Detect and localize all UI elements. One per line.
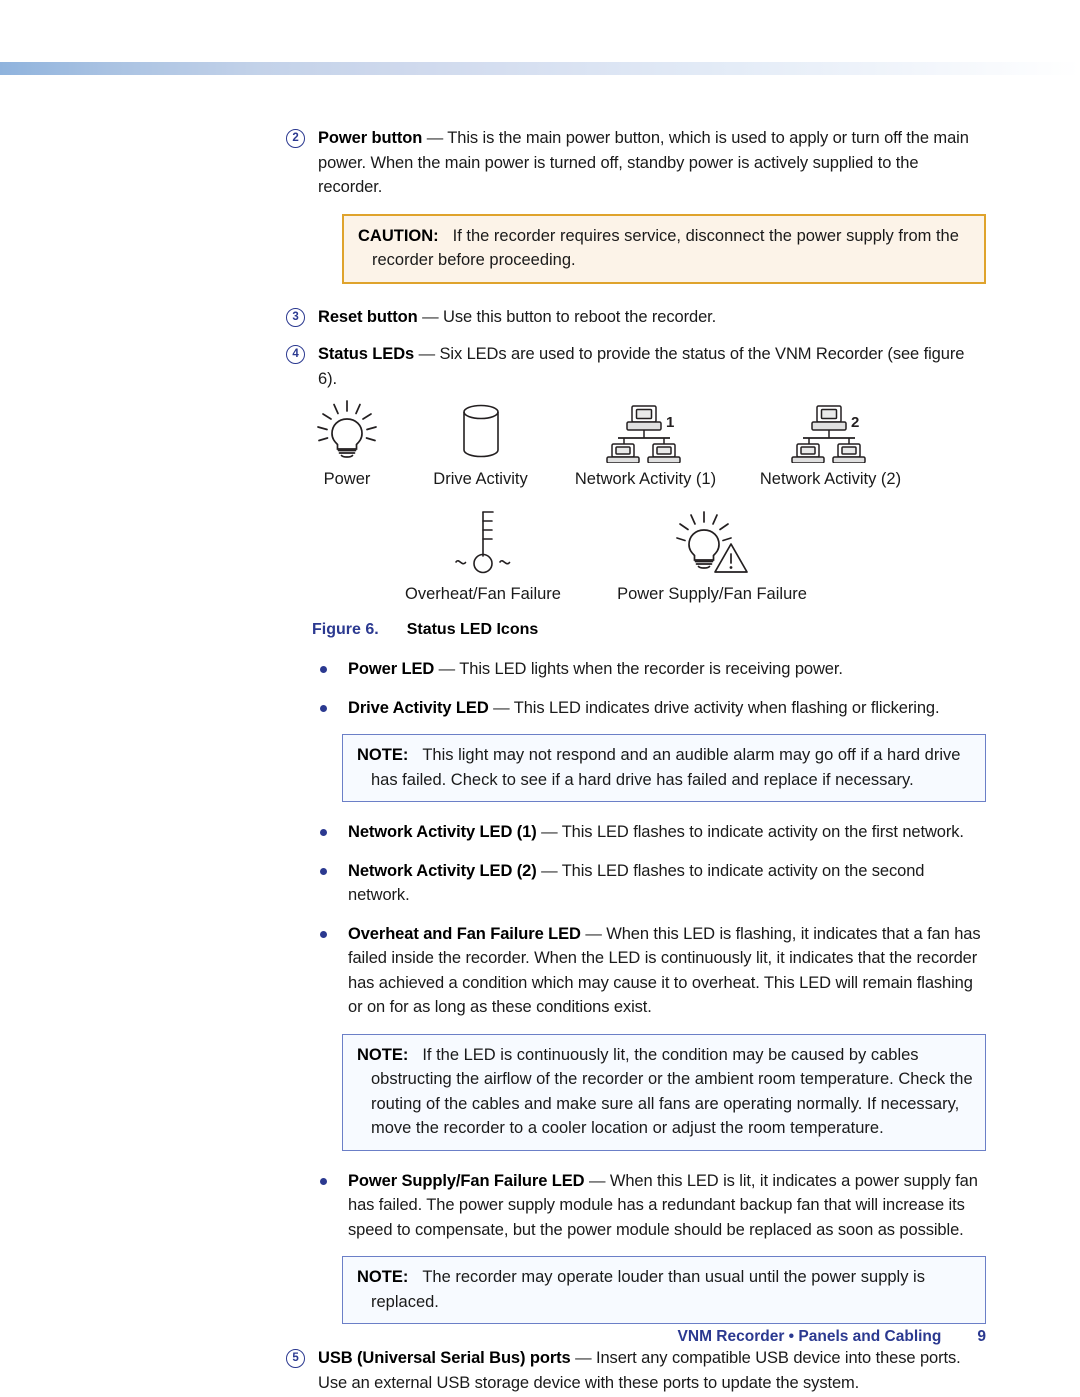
item-dash: — (414, 345, 440, 363)
bullet-body-text: This LED flashes to indicate activity on… (561, 823, 964, 841)
page-number: 9 (977, 1328, 986, 1345)
figure-title: Status LED Icons (406, 621, 539, 638)
bullet-power-supply-fan-failure-led: Power Supply/Fan Failure LED — When this… (286, 1169, 986, 1243)
icon-cell-power: Power (286, 397, 408, 490)
item-lead-label: Status LEDs (318, 345, 415, 363)
bullet-body-text: This LED indicates drive activity when f… (513, 698, 940, 717)
note-paragraph: NOTE: If the LED is continuously lit, the… (357, 1043, 973, 1141)
icon-label: Network Activity (2) (759, 470, 902, 488)
lightbulb-warning-icon (592, 511, 832, 578)
item-number-badge: 4 (286, 345, 305, 364)
bullet-lead-label: Power LED (348, 660, 435, 678)
icon-row-top: Power Drive Activity 1 Network Activity … (286, 397, 986, 490)
figure-number: Figure 6. (312, 621, 379, 638)
item-lead-label: USB (Universal Serial Bus) ports (318, 1349, 571, 1367)
numbered-item-status-leds: 4 Status LEDs — Six LEDs are used to prov… (286, 342, 986, 391)
header-gradient-rule (0, 62, 1080, 75)
bullet-lead-label: Overheat and Fan Failure LED (348, 924, 581, 943)
thermometer-icon (374, 511, 592, 578)
item-number-badge: 5 (286, 1349, 305, 1368)
lightbulb-icon (286, 397, 408, 463)
icon-cell-network-1: 1 Network Activity (1) (553, 397, 738, 490)
footer-title: VNM Recorder • Panels and Cabling (677, 1328, 942, 1345)
bullet-dash: — (488, 698, 514, 717)
item-lead-label: Power button (318, 129, 423, 147)
note-keyword: NOTE: (357, 1045, 409, 1064)
icon-label: Overheat/Fan Failure (405, 585, 561, 603)
numbered-item-usb-ports: 5 USB (Universal Serial Bus) ports — Inse… (286, 1346, 986, 1395)
numbered-item-reset-button: 3 Reset button — Use this button to reboo… (286, 305, 986, 330)
caution-keyword: CAUTION: (358, 226, 439, 245)
page-footer: VNM Recorder • Panels and Cabling 9 (0, 1328, 1080, 1346)
bullet-dash: — (580, 924, 607, 943)
bullet-overheat-fan-failure-led: Overheat and Fan Failure LED — When this… (286, 922, 986, 1020)
icon-cell-network-2: 2 Network Activity (2) (738, 397, 923, 490)
bullet-network-activity-led-2: Network Activity LED (2) — This LED flas… (286, 859, 986, 908)
icon-label: Network Activity (1) (574, 470, 717, 488)
bullet-dash: — (434, 660, 460, 678)
bullet-dash: — (584, 1171, 610, 1190)
note-box-power-supply: NOTE: The recorder may operate louder tha… (342, 1256, 986, 1324)
note-box-overheat: NOTE: If the LED is continuously lit, the… (342, 1033, 986, 1151)
note-text: The recorder may operate louder than usu… (371, 1268, 925, 1311)
icon-label: Power (323, 470, 371, 488)
figure-status-led-icons: Power Drive Activity 1 Network Activity … (286, 397, 986, 639)
item-dash: — (417, 307, 444, 326)
bullet-network-activity-led-1: Network Activity LED (1) — This LED flas… (286, 820, 986, 845)
icon-cell-power-supply-fan: Power Supply/Fan Failure (592, 511, 832, 605)
note-box-drive: NOTE: This light may not respond and an a… (342, 734, 986, 802)
caution-paragraph: CAUTION: If the recorder requires service… (358, 224, 972, 273)
caution-box: CAUTION: If the recorder requires service… (342, 213, 986, 284)
numbered-item-power-button: 2 Power button — This is the main power b… (286, 126, 986, 200)
bullet-dash: — (536, 823, 562, 841)
icon-cell-drive-activity: Drive Activity (408, 397, 553, 490)
bullet-drive-activity-led: Drive Activity LED — This LED indicates … (286, 696, 986, 721)
bullet-lead-label: Network Activity LED (1) (348, 823, 537, 841)
bullet-lead-label: Drive Activity LED (348, 698, 489, 717)
network-badge-number: 1 (666, 414, 674, 431)
item-dash: — (570, 1349, 596, 1367)
item-number-badge: 2 (286, 129, 305, 148)
page-content: 2 Power button — This is the main power b… (286, 126, 986, 1395)
drive-cylinder-icon (408, 397, 553, 463)
note-paragraph: NOTE: This light may not respond and an a… (357, 743, 973, 792)
bullet-lead-label: Network Activity LED (2) (348, 861, 537, 880)
bullet-lead-label: Power Supply/Fan Failure LED (348, 1171, 585, 1190)
icon-row-bottom: Overheat/Fan Failure Power Supply/Fan Fa… (286, 511, 986, 605)
item-body-text: Use this button to reboot the recorder. (443, 307, 717, 326)
bullet-dash: — (536, 861, 562, 880)
note-keyword: NOTE: (357, 1268, 409, 1286)
note-paragraph: NOTE: The recorder may operate louder tha… (357, 1265, 973, 1314)
figure-caption: Figure 6. Status LED Icons (286, 621, 986, 639)
item-lead-label: Reset button (318, 307, 418, 326)
bullet-body-text: This LED lights when the recorder is rec… (459, 660, 843, 678)
network-icon-1: 1 (553, 397, 738, 463)
icon-cell-overheat: Overheat/Fan Failure (374, 511, 592, 605)
note-text: If the LED is continuously lit, the cond… (371, 1045, 973, 1138)
item-dash: — (422, 129, 448, 147)
icon-label: Drive Activity (433, 470, 528, 488)
note-text: This light may not respond and an audibl… (371, 746, 961, 789)
icon-label: Power Supply/Fan Failure (617, 585, 807, 603)
network-badge-number: 2 (851, 414, 859, 431)
bullet-power-led: Power LED — This LED lights when the rec… (286, 657, 986, 682)
caution-text: If the recorder requires service, discon… (372, 226, 959, 270)
item-number-badge: 3 (286, 307, 305, 327)
network-icon-2: 2 (738, 397, 923, 463)
note-keyword: NOTE: (357, 746, 409, 764)
